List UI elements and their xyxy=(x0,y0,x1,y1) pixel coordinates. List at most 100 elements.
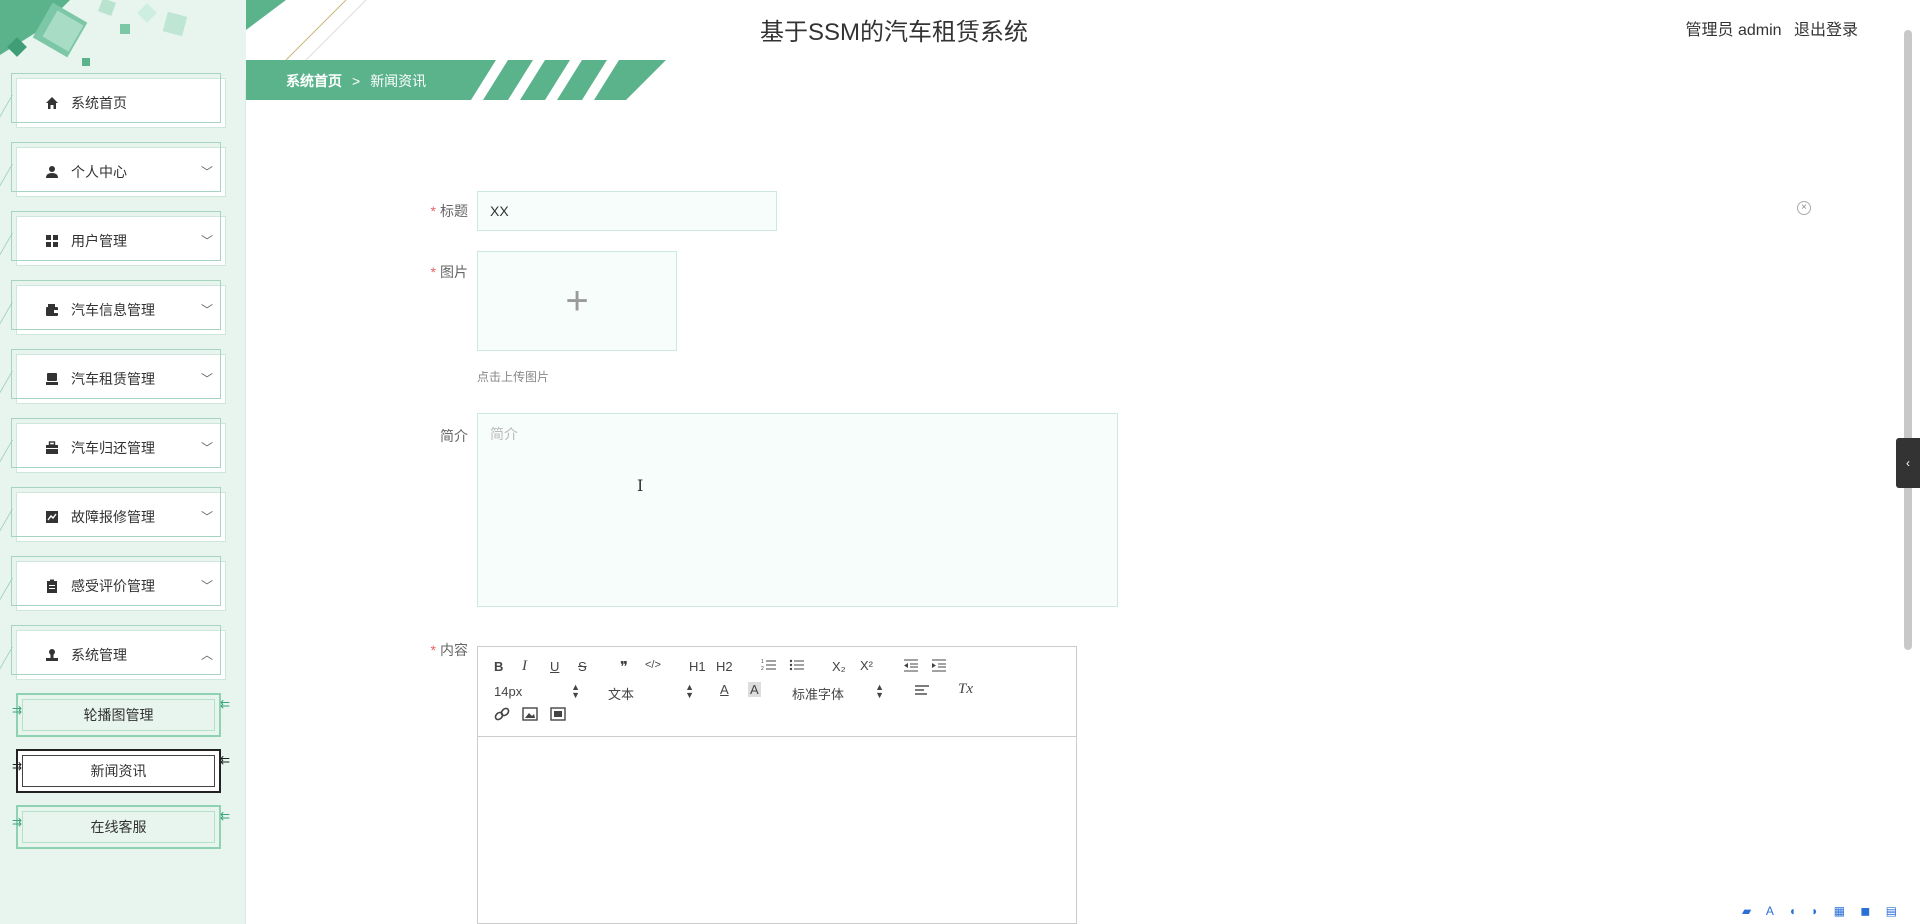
align-icon[interactable] xyxy=(914,683,930,700)
sidebar-item-car-info[interactable]: 汽车信息管理 ﹀ xyxy=(11,280,226,335)
intro-label: 简介 xyxy=(440,428,468,444)
chevron-left-icon: ‹ xyxy=(1906,456,1910,470)
h1-button[interactable]: H1 xyxy=(689,659,706,674)
video-icon[interactable] xyxy=(550,707,566,724)
sidebar-item-car-return[interactable]: 汽车归还管理 ﹀ xyxy=(11,418,226,473)
header-decoration xyxy=(246,0,366,60)
sidebar-item-label: 汽车租赁管理 xyxy=(71,371,155,387)
system-tray-icons: ▰ A ◖ ◗ ▦ ◼ ▤ xyxy=(1742,904,1904,918)
title-input[interactable]: XX xyxy=(477,191,777,231)
chevron-down-icon: ﹀ xyxy=(200,303,213,317)
arrow-left-icon: ⇇ xyxy=(219,697,230,711)
collapse-panel-button[interactable]: ‹ xyxy=(1896,438,1920,488)
image-icon[interactable] xyxy=(522,707,538,724)
arrow-left-icon: ⇇ xyxy=(219,753,230,767)
editor-toolbar: B I U S ❞ </> H1 H2 12 X₂ X² 14px ▲ ▼ 文本 … xyxy=(478,647,1076,737)
user-icon xyxy=(43,163,61,181)
chevron-up-icon: ︿ xyxy=(200,648,213,662)
sidebar-item-label: 个人中心 xyxy=(71,164,127,180)
underline-button[interactable]: U xyxy=(550,659,559,674)
h2-button[interactable]: H2 xyxy=(716,659,733,674)
stamp-icon xyxy=(43,646,61,664)
title-label: * 标题 xyxy=(430,203,468,219)
content-label: * 内容 xyxy=(430,642,468,658)
sidebar-item-label: 系统首页 xyxy=(71,95,127,111)
quote-button[interactable]: ❞ xyxy=(620,658,628,676)
chevron-down-icon: ﹀ xyxy=(200,441,213,455)
font-family-select[interactable]: 标准字体 ▲ ▼ xyxy=(792,682,884,703)
sidebar-item-car-rental[interactable]: 汽车租赁管理 ﹀ xyxy=(11,349,226,404)
italic-button[interactable]: I xyxy=(522,658,527,675)
chevron-down-icon: ﹀ xyxy=(200,579,213,593)
wallet-icon xyxy=(43,301,61,319)
sidebar-item-users[interactable]: 用户管理 ﹀ xyxy=(11,211,226,266)
arrow-right-icon: ⇉ xyxy=(12,759,22,773)
font-color-icon[interactable]: A xyxy=(720,682,729,697)
breadcrumb-text: 系统首页 > 新闻资讯 xyxy=(286,71,426,91)
home-icon xyxy=(43,94,61,112)
breadcrumb-current: 新闻资讯 xyxy=(370,73,427,89)
image-upload[interactable]: + xyxy=(477,251,677,351)
submenu-item-news[interactable]: ⇉ 新闻资讯 ⇇ xyxy=(12,749,230,793)
link-icon[interactable] xyxy=(494,707,510,724)
bullet-list-icon[interactable] xyxy=(789,658,805,675)
chevron-down-icon: ﹀ xyxy=(200,372,213,386)
block-format-select[interactable]: 文本 ▲ ▼ xyxy=(608,682,694,703)
logout-link[interactable]: 退出登录 xyxy=(1794,22,1858,39)
strike-button[interactable]: S xyxy=(578,659,587,674)
sidebar-item-home[interactable]: 系统首页 xyxy=(11,73,226,128)
page-title: 基于SSM的汽车租赁系统 xyxy=(760,19,1029,46)
sidebar-item-system[interactable]: 系统管理 ︿ xyxy=(11,625,226,680)
submenu-item-carousel[interactable]: ⇉ 轮播图管理 ⇇ xyxy=(12,693,230,737)
chevron-down-icon: ﹀ xyxy=(200,510,213,524)
sidebar-item-label: 感受评价管理 xyxy=(71,578,155,594)
sidebar: 系统首页 个人中心 ﹀ 用户管理 ﹀ 汽车信息管理 ﹀ 汽车租赁管理 ﹀ 汽车归… xyxy=(0,0,246,924)
font-size-select[interactable]: 14px ▲ ▼ xyxy=(494,682,580,700)
sidebar-item-review[interactable]: 感受评价管理 ﹀ xyxy=(11,556,226,611)
briefcase-icon xyxy=(43,439,61,457)
monitor-icon xyxy=(43,370,61,388)
sidebar-item-repair[interactable]: 故障报修管理 ﹀ xyxy=(11,487,226,542)
admin-label: 管理员 admin xyxy=(1685,22,1782,39)
select-caret-icon: ▲ ▼ xyxy=(571,682,580,700)
chevron-down-icon: ﹀ xyxy=(200,165,213,179)
submenu-item-support[interactable]: ⇉ 在线客服 ⇇ xyxy=(12,805,230,849)
sidebar-menu: 系统首页 个人中心 ﹀ 用户管理 ﹀ 汽车信息管理 ﹀ 汽车租赁管理 ﹀ 汽车归… xyxy=(11,73,230,861)
outdent-icon[interactable] xyxy=(903,658,919,675)
text-cursor-icon: I xyxy=(637,476,644,495)
sidebar-item-label: 汽车归还管理 xyxy=(71,440,155,456)
sidebar-item-label: 系统管理 xyxy=(71,647,127,663)
code-button[interactable]: </> xyxy=(645,659,661,671)
sidebar-item-label: 汽车信息管理 xyxy=(71,302,155,318)
sidebar-item-label: 故障报修管理 xyxy=(71,509,155,525)
select-caret-icon: ▲ ▼ xyxy=(875,682,884,700)
arrow-left-icon: ⇇ xyxy=(219,809,230,823)
close-icon[interactable]: × xyxy=(1797,201,1811,215)
svg-text:2: 2 xyxy=(761,666,764,672)
arrow-right-icon: ⇉ xyxy=(12,703,22,717)
breadcrumb-home[interactable]: 系统首页 xyxy=(286,73,342,89)
chart-icon xyxy=(43,508,61,526)
ordered-list-icon[interactable]: 12 xyxy=(761,658,777,675)
grid-icon xyxy=(43,232,61,250)
intro-textarea[interactable]: 简介 xyxy=(477,413,1118,607)
indent-icon[interactable] xyxy=(931,658,947,675)
rich-text-editor[interactable]: B I U S ❞ </> H1 H2 12 X₂ X² 14px ▲ ▼ 文本 … xyxy=(477,646,1077,924)
sidebar-item-personal[interactable]: 个人中心 ﹀ xyxy=(11,142,226,197)
breadcrumb: 系统首页 > 新闻资讯 xyxy=(246,60,666,100)
scrollbar[interactable] xyxy=(1904,30,1912,650)
upload-hint: 点击上传图片 xyxy=(477,370,550,384)
superscript-button[interactable]: X² xyxy=(860,658,873,673)
clipboard-icon xyxy=(43,577,61,595)
chevron-down-icon: ﹀ xyxy=(200,234,213,248)
clear-format-icon[interactable]: Tx xyxy=(958,681,973,698)
sidebar-item-label: 用户管理 xyxy=(71,233,127,249)
subscript-button[interactable]: X₂ xyxy=(832,659,846,674)
bold-button[interactable]: B xyxy=(494,659,503,674)
plus-icon: + xyxy=(565,278,589,323)
background-color-icon[interactable]: A xyxy=(748,682,761,697)
image-label: * 图片 xyxy=(430,264,468,280)
select-caret-icon: ▲ ▼ xyxy=(685,682,694,700)
sidebar-decoration xyxy=(0,0,246,80)
system-submenu: ⇉ 轮播图管理 ⇇ ⇉ 新闻资讯 ⇇ ⇉ 在线客服 ⇇ xyxy=(12,693,230,849)
